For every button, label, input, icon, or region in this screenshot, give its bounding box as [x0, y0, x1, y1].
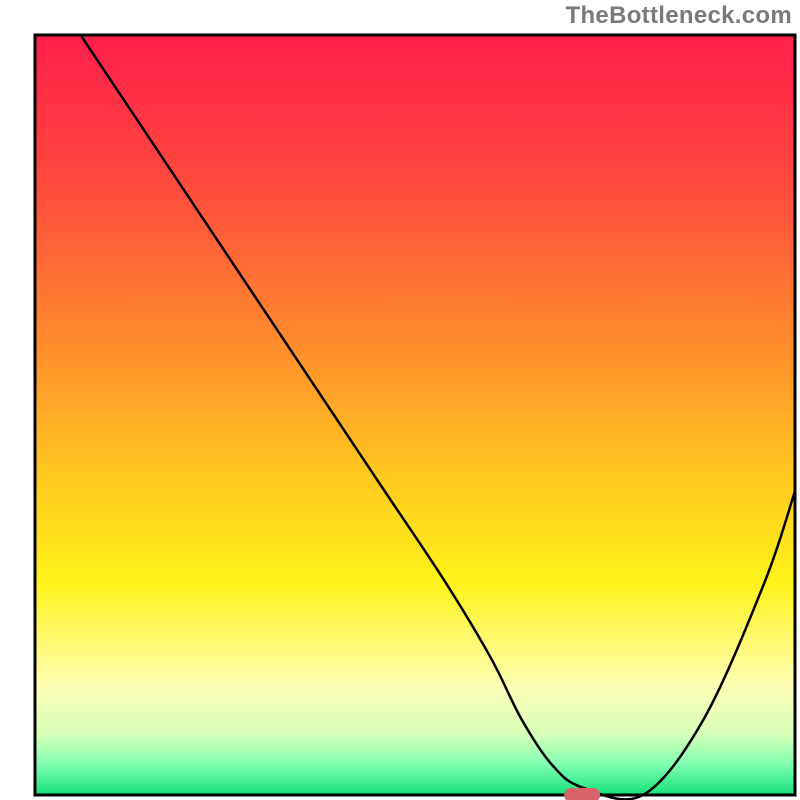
watermark-text: TheBottleneck.com [566, 2, 792, 30]
plot-area [35, 35, 795, 795]
chart-svg [0, 0, 800, 800]
chart-stage: TheBottleneck.com [0, 0, 800, 800]
optimal-point-marker [564, 788, 600, 800]
